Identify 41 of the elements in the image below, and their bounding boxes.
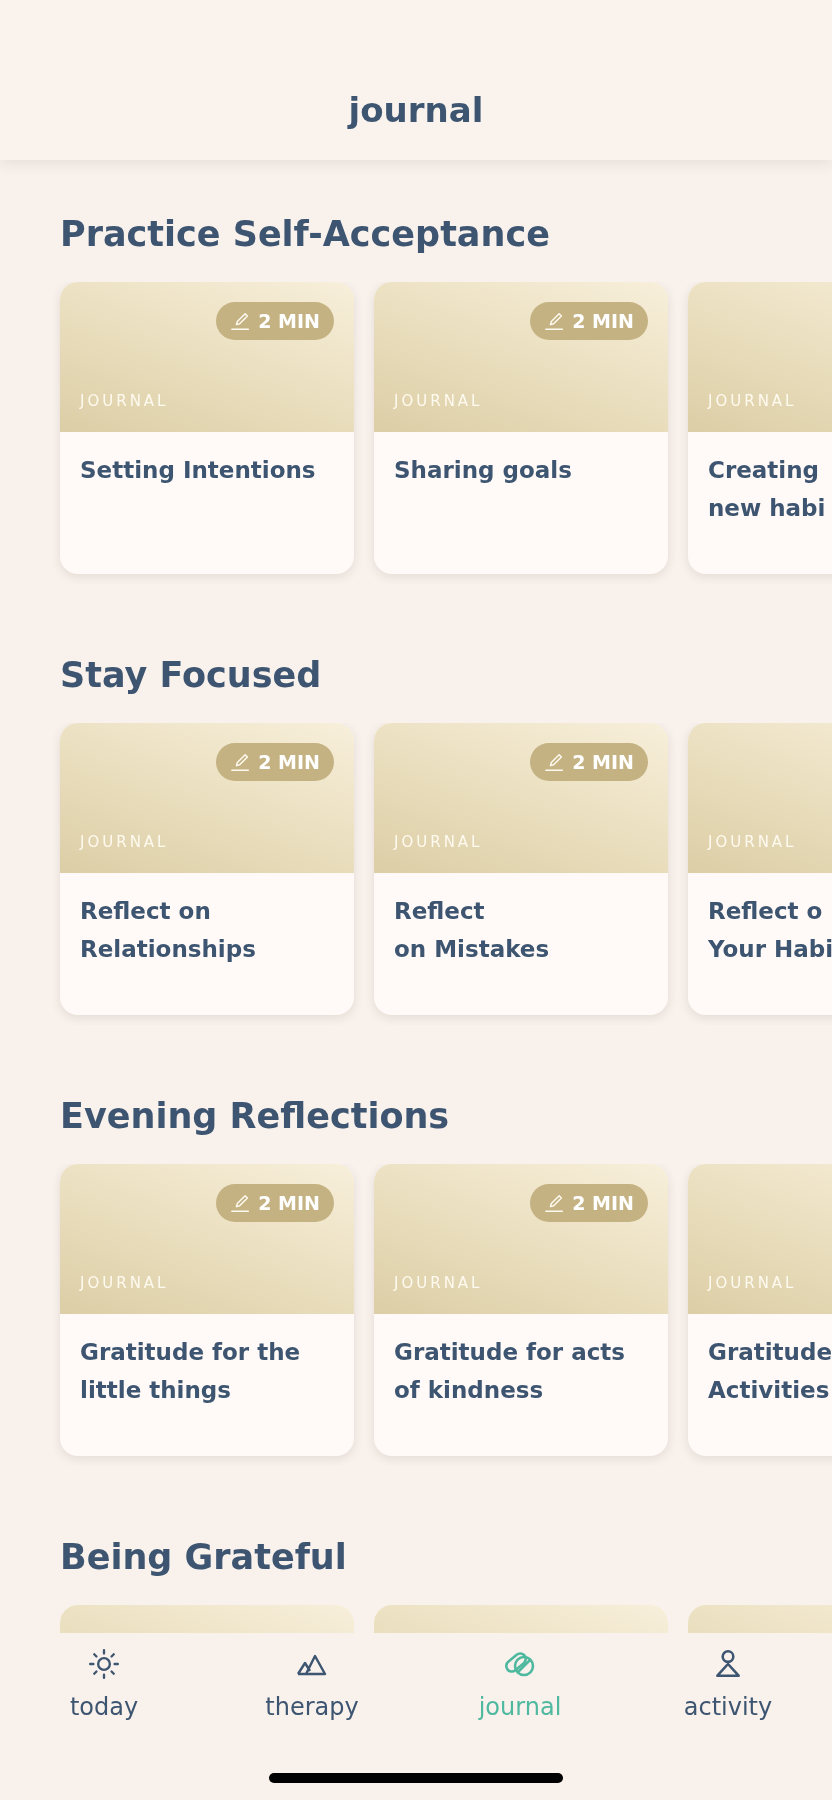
screen-title: journal — [348, 89, 484, 132]
journal-card[interactable]: JOURNAL Creating new habi — [688, 282, 832, 574]
card-title: Reflect on Mistakes — [394, 897, 551, 964]
category-label: JOURNAL — [394, 392, 483, 410]
duration-text: 2 MIN — [572, 1192, 634, 1214]
tab-button[interactable]: today — [0, 1647, 208, 1721]
section-title: Stay Focused — [60, 654, 323, 697]
card-title: Gratitude for acts of kindness — [394, 1338, 627, 1405]
category-label: JOURNAL — [708, 1274, 797, 1292]
journal-card[interactable]: 2 MIN JOURNAL Setting Intentions — [60, 282, 354, 574]
card-title: Gratitude for the little things — [80, 1338, 302, 1405]
card-title: Reflect o Your Habi — [708, 897, 832, 964]
card-title: Sharing goals — [394, 456, 573, 485]
section-title: Practice Self-Acceptance — [60, 213, 551, 256]
category-label: JOURNAL — [394, 833, 483, 851]
category-label: JOURNAL — [80, 1274, 169, 1292]
journal-card[interactable]: JOURNAL Gratitude Activities — [688, 1164, 832, 1456]
card-title: Gratitude Activities — [708, 1338, 832, 1405]
card-title: Setting Intentions — [80, 456, 317, 485]
duration-text: 2 MIN — [258, 1192, 320, 1214]
duration-text: 2 MIN — [572, 751, 634, 773]
journal-card[interactable]: JOURNAL Reflect o Your Habi — [688, 723, 832, 1015]
card-title: Creating new habi — [708, 456, 827, 523]
journal-card[interactable]: 2 MIN JOURNAL Reflect on Mistakes — [374, 723, 668, 1015]
category-label: JOURNAL — [80, 833, 169, 851]
duration-text: 2 MIN — [258, 751, 320, 773]
journal-card[interactable]: 2 MIN JOURNAL Gratitude for the little things — [60, 1164, 354, 1456]
category-label: JOURNAL — [708, 392, 797, 410]
category-label: JOURNAL — [80, 392, 169, 410]
card-title: Reflect on Relationships — [80, 897, 257, 964]
duration-text: 2 MIN — [572, 310, 634, 332]
category-label: JOURNAL — [708, 833, 797, 851]
duration-text: 2 MIN — [258, 310, 320, 332]
section-title: Evening Reflections — [60, 1095, 451, 1138]
category-label: JOURNAL — [394, 1274, 483, 1292]
tab-button[interactable]: therapy — [208, 1647, 416, 1721]
journal-card[interactable]: 2 MIN JOURNAL Reflect on Relationships — [60, 723, 354, 1015]
journal-card[interactable]: 2 MIN JOURNAL Sharing goals — [374, 282, 668, 574]
tab-button[interactable]: activity — [624, 1647, 832, 1721]
journal-card[interactable]: 2 MIN JOURNAL Gratitude for acts of kindness — [374, 1164, 668, 1456]
section-title: Being Grateful — [60, 1536, 348, 1579]
